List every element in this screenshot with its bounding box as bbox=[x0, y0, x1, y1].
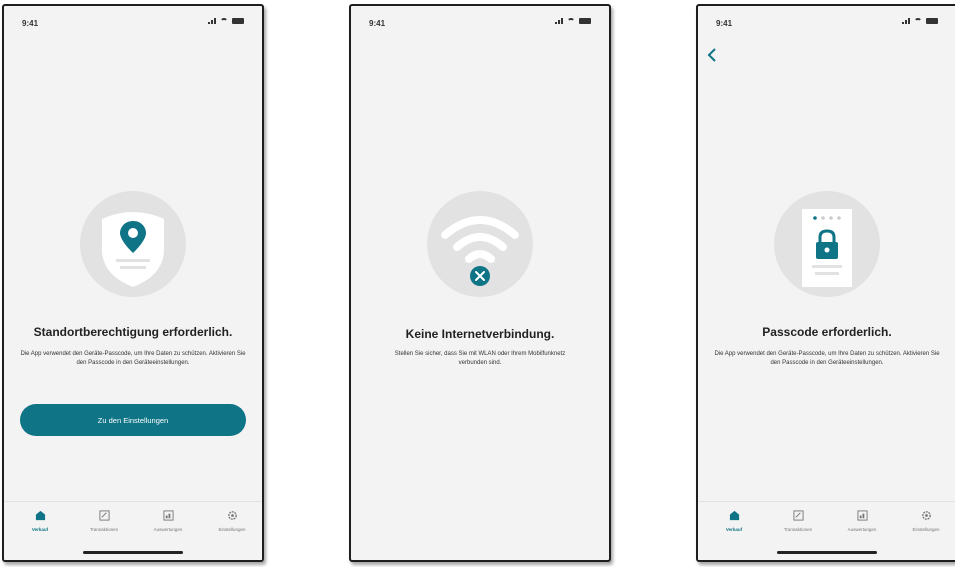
status-time: 9:41 bbox=[716, 19, 733, 28]
chevron-left-icon bbox=[707, 48, 716, 62]
signal-icon bbox=[208, 18, 216, 24]
tab-auswertungen[interactable]: Auswertungen bbox=[830, 510, 894, 532]
home-icon bbox=[35, 510, 45, 521]
tab-bar: Verkauf Transaktionen Auswertungen Einst… bbox=[4, 501, 262, 560]
tab-label: Einstellungen bbox=[218, 527, 246, 532]
shield-location-icon bbox=[102, 212, 164, 287]
status-time: 9:41 bbox=[369, 19, 386, 28]
settings-button[interactable]: Zu den Einstellungen bbox=[20, 404, 246, 436]
wifi-status-icon bbox=[914, 18, 922, 24]
status-icons bbox=[208, 18, 244, 24]
no-internet-illustration bbox=[427, 191, 533, 297]
transactions-icon bbox=[792, 510, 804, 521]
status-icons bbox=[555, 18, 591, 24]
tab-bar: Verkauf Transaktionen Auswertungen Einst… bbox=[698, 501, 955, 560]
home-indicator bbox=[83, 551, 183, 554]
wifi-off-icon bbox=[441, 216, 519, 286]
tab-label: Transaktionen bbox=[89, 527, 119, 532]
phone-screen-location: 9:41 Standortberechtigung erforderlich. … bbox=[2, 4, 264, 562]
status-bar: 9:41 bbox=[351, 16, 609, 30]
tab-verkauf[interactable]: Verkauf bbox=[8, 510, 72, 532]
gear-icon bbox=[227, 511, 237, 520]
location-illustration bbox=[80, 191, 186, 297]
home-icon bbox=[729, 510, 739, 521]
lock-document-icon bbox=[802, 209, 852, 287]
analytics-icon bbox=[856, 510, 868, 521]
tab-label: Verkauf bbox=[725, 527, 743, 532]
tab-label: Auswertungen bbox=[153, 527, 183, 532]
tab-label: Auswertungen bbox=[847, 527, 877, 532]
home-indicator bbox=[777, 551, 877, 554]
back-button[interactable] bbox=[706, 46, 730, 70]
signal-icon bbox=[555, 18, 563, 24]
analytics-icon bbox=[162, 510, 174, 521]
tab-label: Einstellungen bbox=[912, 527, 940, 532]
status-bar: 9:41 bbox=[4, 16, 262, 30]
tab-verkauf[interactable]: Verkauf bbox=[702, 510, 766, 532]
wifi-status-icon bbox=[220, 18, 228, 24]
tab-label: Verkauf bbox=[31, 527, 49, 532]
status-time: 9:41 bbox=[22, 19, 39, 28]
status-bar: 9:41 bbox=[698, 16, 955, 30]
signal-icon bbox=[902, 18, 910, 24]
battery-icon bbox=[232, 18, 244, 24]
tab-transaktionen[interactable]: Transaktionen bbox=[766, 510, 830, 532]
gear-icon bbox=[921, 511, 931, 520]
transactions-icon bbox=[98, 510, 110, 521]
tab-einstellungen[interactable]: Einstellungen bbox=[894, 510, 955, 532]
battery-icon bbox=[926, 18, 938, 24]
screen-title: Keine Internetverbindung. bbox=[405, 327, 555, 341]
tab-auswertungen[interactable]: Auswertungen bbox=[136, 510, 200, 532]
screen-title: Passcode erforderlich. bbox=[762, 325, 892, 339]
tab-label: Transaktionen bbox=[783, 527, 813, 532]
passcode-illustration bbox=[774, 191, 880, 297]
screen-description: Stellen Sie sicher, dass Sie mit WLAN od… bbox=[394, 351, 566, 366]
screen-description: Die App verwendet den Geräte-Passcode, u… bbox=[20, 351, 246, 366]
screen-title: Standortberechtigung erforderlich. bbox=[33, 325, 233, 339]
battery-icon bbox=[579, 18, 591, 24]
tab-einstellungen[interactable]: Einstellungen bbox=[200, 510, 262, 532]
screen-description: Die App verwendet den Geräte-Passcode, u… bbox=[714, 351, 940, 366]
status-icons bbox=[902, 18, 938, 24]
wifi-status-icon bbox=[567, 18, 575, 24]
phone-screen-passcode: 9:41 Passcode erforderlich. Die App verw… bbox=[696, 4, 955, 562]
tab-transaktionen[interactable]: Transaktionen bbox=[72, 510, 136, 532]
phone-screen-no-internet: 9:41 Keine Internetverbindung. Stellen S… bbox=[349, 4, 611, 562]
